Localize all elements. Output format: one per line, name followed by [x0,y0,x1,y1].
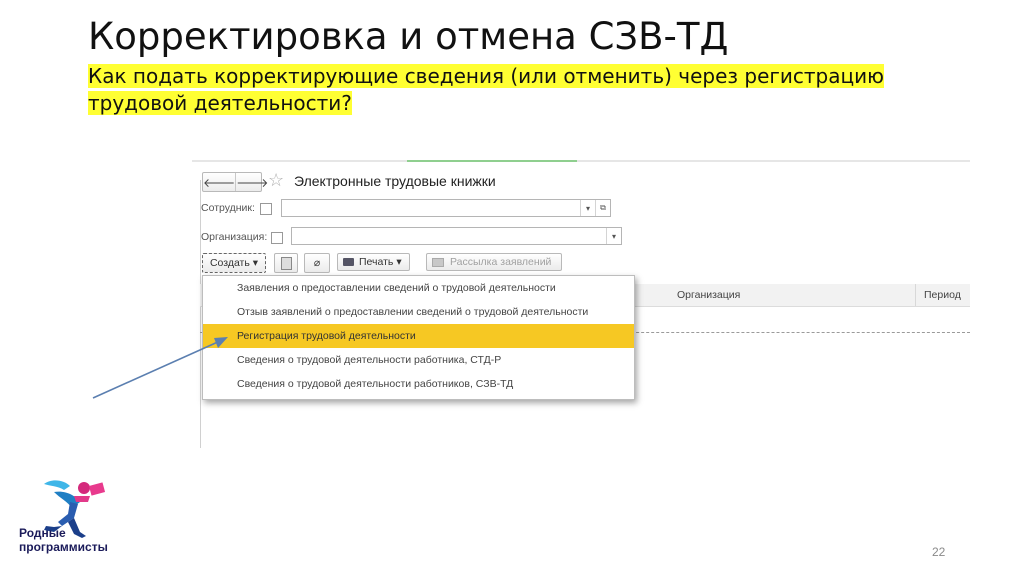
menu-item-applications[interactable]: Заявления о предоставлении сведений о тр… [203,276,634,300]
star-icon[interactable]: ☆ [268,170,284,190]
organization-checkbox[interactable] [271,232,283,244]
copy-icon [280,256,292,270]
logo-text: Родные программисты [19,526,108,554]
chevron-down-icon: ▾ [396,256,402,268]
create-dropdown-menu: Заявления о предоставлении сведений о тр… [202,275,635,400]
slide-subtitle: Как подать корректирующие сведения (или … [88,63,908,117]
tab-strip [192,160,970,162]
app-screenshot: 🡐 🡒 ☆ Электронные трудовые книжки Сотруд… [192,160,970,448]
form-title: Электронные трудовые книжки [294,173,496,189]
logo-line-1: Родные [19,526,66,540]
mailing-button[interactable]: Рассылка заявлений [426,253,562,271]
print-label: Печать [359,256,394,268]
page-number: 22 [932,545,946,559]
chevron-down-icon[interactable]: ▾ [606,228,621,244]
menu-item-registration[interactable]: Регистрация трудовой деятельности [203,324,634,348]
employee-field[interactable]: ▾ ⧉ [281,199,611,217]
mailing-label: Рассылка заявлений [450,256,552,268]
employee-label: Сотрудник: [201,202,255,214]
open-icon[interactable]: ⧉ [595,200,610,216]
create-button[interactable]: Создать ▾ [202,253,266,273]
menu-item-std-r[interactable]: Сведения о трудовой деятельности работни… [203,348,634,372]
printer-icon [343,258,354,266]
menu-item-szv-td[interactable]: Сведения о трудовой деятельности работни… [203,372,634,396]
paperclip-icon: ⌀ [313,257,321,269]
arrow-right-icon[interactable]: 🡒 [235,173,268,191]
chevron-down-icon[interactable]: ▾ [580,200,595,216]
copy-button[interactable] [274,253,298,273]
column-period[interactable]: Период [915,284,961,306]
column-organization[interactable]: Организация [677,289,740,301]
menu-item-withdraw-applications[interactable]: Отзыв заявлений о предоставлении сведени… [203,300,634,324]
organization-label: Организация: [201,231,268,243]
attach-button[interactable]: ⌀ [304,253,330,273]
subtitle-highlight: Как подать корректирующие сведения (или … [88,64,884,115]
slide-title: Корректировка и отмена СЗВ-ТД [88,15,729,58]
panel-border [200,180,201,448]
organization-field[interactable]: ▾ [291,227,622,245]
envelope-icon [432,257,444,267]
chevron-down-icon: ▾ [252,257,259,269]
navigation-buttons: 🡐 🡒 [202,172,268,192]
logo-line-2: программисты [19,540,108,554]
arrow-left-icon[interactable]: 🡐 [203,173,235,191]
active-tab-indicator [407,160,577,162]
employee-checkbox[interactable] [260,203,272,215]
create-label: Создать [209,257,250,269]
print-button[interactable]: Печать ▾ [337,253,410,271]
